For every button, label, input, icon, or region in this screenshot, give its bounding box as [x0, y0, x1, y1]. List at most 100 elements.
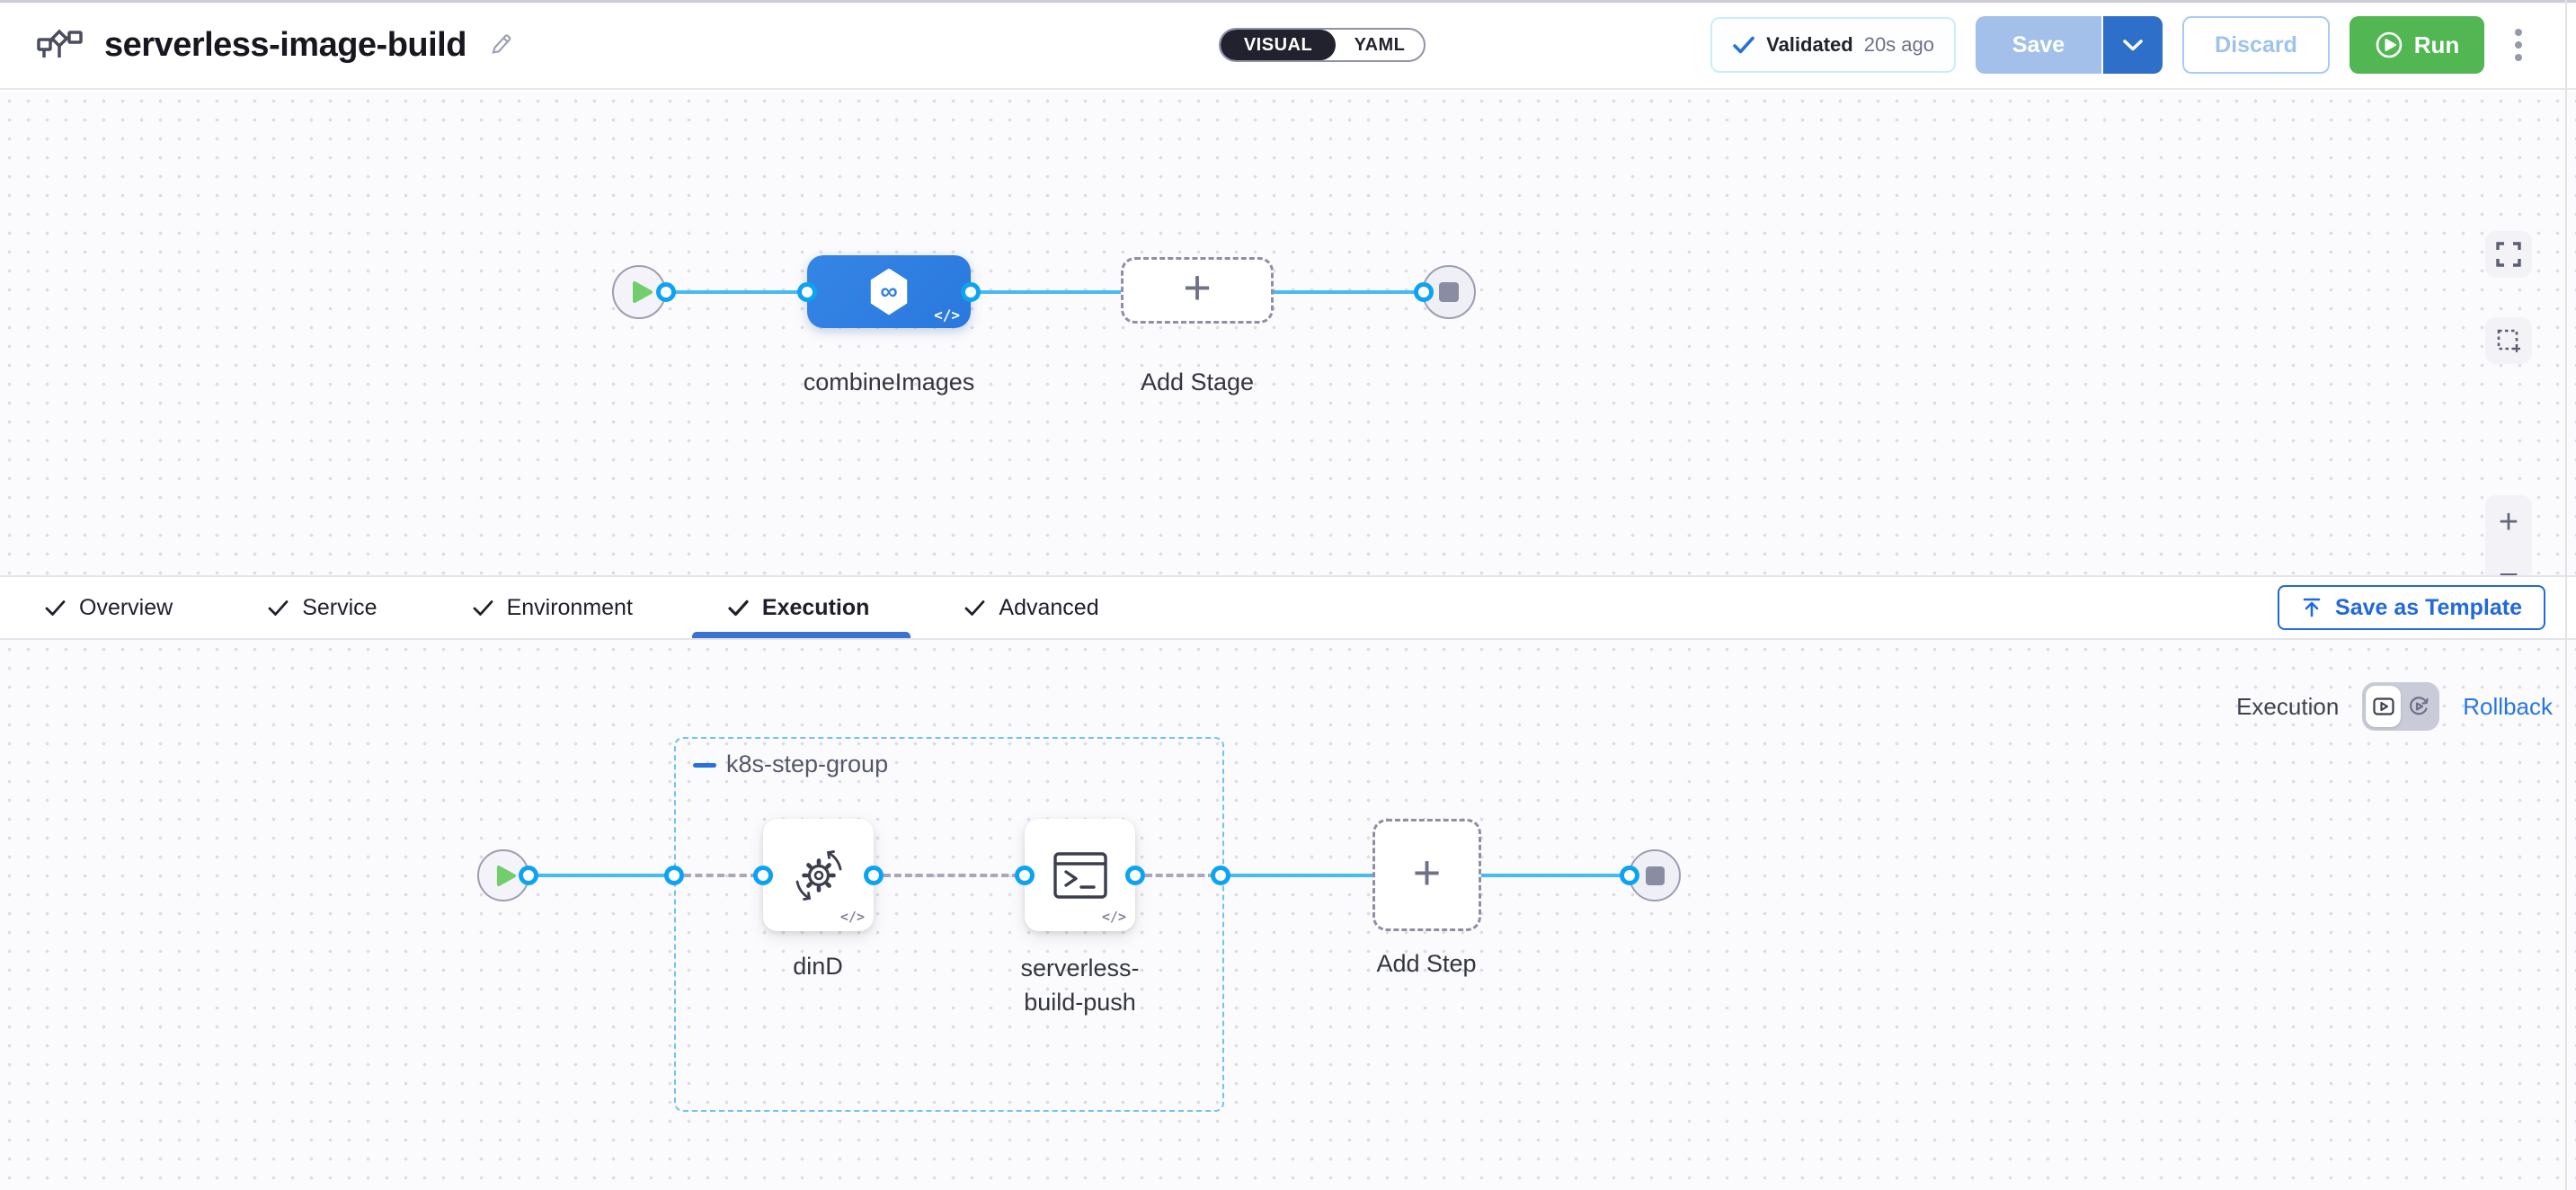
infinity-icon: ∞ [880, 280, 897, 304]
connector-ring[interactable] [656, 282, 676, 302]
docker-in-docker-gear-icon [788, 845, 849, 906]
connector-ring[interactable] [664, 866, 684, 885]
save-as-template-label: Save as Template [2335, 595, 2522, 621]
active-tab-underline [692, 632, 910, 638]
stop-icon [1646, 866, 1665, 885]
upload-icon [2301, 597, 2323, 618]
plus-icon: + [1183, 263, 1212, 312]
tab-label: Environment [507, 595, 633, 621]
stage-type-hexagon-icon: ∞ [868, 269, 910, 315]
plus-icon: + [1413, 848, 1442, 897]
save-as-template-button[interactable]: Save as Template [2278, 585, 2545, 630]
collapse-group-icon[interactable] [693, 763, 716, 768]
link-addstep-to-end [1481, 874, 1630, 877]
link-addstage-to-end [1274, 290, 1424, 294]
check-icon [728, 599, 749, 617]
connector-ring[interactable] [1211, 866, 1230, 885]
scrollbar-track[interactable] [2565, 0, 2567, 1190]
link-start-to-group [529, 874, 674, 877]
tab-execution[interactable]: Execution [728, 577, 869, 638]
window-top-border [0, 0, 2576, 3]
execution-rollback-toggle[interactable] [2362, 682, 2439, 731]
add-step-button[interactable]: + [1372, 819, 1481, 931]
stage-config-tab-bar: Overview Service Environment Execution A… [0, 575, 2576, 640]
validated-label: Validated [1766, 33, 1853, 57]
marquee-select-icon [2496, 328, 2521, 353]
stage-canvas[interactable]: ∞ </> combineImages + Add Stage [0, 92, 2576, 575]
check-icon [45, 599, 66, 617]
check-icon [268, 599, 289, 617]
step-name-label: serverless-build-push [1005, 951, 1155, 1019]
step-name-label: dinD [746, 949, 890, 983]
tab-label: Execution [762, 595, 869, 621]
connector-ring[interactable] [797, 282, 817, 302]
stage-node-combineimages[interactable]: ∞ </> [807, 255, 971, 328]
connector-ring[interactable] [961, 282, 981, 302]
run-button[interactable]: Run [2349, 16, 2484, 74]
save-button[interactable]: Save [1976, 16, 2101, 74]
check-icon [473, 599, 493, 617]
terminal-icon [1053, 851, 1108, 900]
connector-ring[interactable] [1620, 866, 1639, 885]
rollback-link[interactable]: Rollback [2463, 693, 2553, 721]
play-icon [632, 280, 653, 304]
add-stage-label: Add Stage [1107, 365, 1287, 399]
connector-ring[interactable] [864, 866, 884, 885]
tabs: Overview Service Environment Execution A… [45, 577, 1099, 638]
connector-ring[interactable] [1125, 866, 1145, 885]
link-dind-to-serverless [884, 874, 1019, 877]
discard-button[interactable]: Discard [2182, 16, 2330, 74]
tab-label: Advanced [999, 595, 1098, 621]
yaml-toggle-button[interactable]: YAML [1336, 30, 1424, 60]
visual-yaml-toggle: VISUAL YAML [1219, 28, 1426, 62]
execution-play-box-icon [2373, 697, 2394, 715]
tab-environment[interactable]: Environment [473, 577, 633, 638]
step-group-name: k8s-step-group [726, 750, 888, 778]
execution-mode-row: Execution Rollback [2236, 679, 2553, 733]
execution-mode-label: Execution [2236, 693, 2339, 721]
connector-ring[interactable] [1414, 282, 1434, 302]
code-icon: </> [1102, 909, 1126, 925]
step-node-serverless-build-push[interactable]: </> [1025, 819, 1135, 931]
header-left: serverless-image-build [36, 0, 513, 90]
zoom-in-button[interactable]: + [2485, 495, 2532, 548]
execution-mode-option[interactable] [2366, 686, 2401, 727]
step-group-container[interactable] [674, 737, 1224, 1112]
play-icon [496, 865, 517, 887]
connector-ring[interactable] [753, 866, 773, 885]
link-group-to-dind [684, 874, 758, 877]
step-node-dind[interactable]: </> [763, 819, 874, 931]
pipeline-studio: serverless-image-build VISUAL YAML Valid… [0, 0, 2576, 1190]
save-template-wrap: Save as Template [2278, 577, 2545, 638]
tab-service[interactable]: Service [268, 577, 377, 638]
edit-title-icon[interactable] [488, 32, 513, 58]
save-split-button: Save [1976, 16, 2163, 74]
save-options-button[interactable] [2101, 16, 2163, 74]
validation-status-badge[interactable]: Validated 20s ago [1710, 17, 1956, 73]
link-start-to-stage [666, 290, 807, 294]
tab-label: Service [302, 595, 377, 621]
pipeline-header: serverless-image-build VISUAL YAML Valid… [0, 0, 2576, 90]
select-area-button[interactable] [2485, 317, 2532, 364]
chevron-down-icon [2123, 40, 2143, 51]
execution-canvas[interactable]: Execution Rollback [0, 640, 2576, 1190]
pipeline-graph-icon [36, 25, 83, 65]
connector-ring[interactable] [519, 866, 538, 885]
validated-check-icon [1732, 35, 1755, 55]
stop-icon [1439, 282, 1459, 302]
fit-to-screen-button[interactable] [2485, 231, 2532, 278]
visual-toggle-button[interactable]: VISUAL [1221, 30, 1336, 60]
header-actions: Validated 20s ago Save Discard [1710, 0, 2527, 90]
link-group-to-addstep [1221, 874, 1372, 877]
run-play-icon [2375, 31, 2403, 59]
fullscreen-icon [2496, 242, 2521, 267]
add-step-label: Add Step [1355, 946, 1498, 981]
add-stage-button[interactable]: + [1121, 257, 1274, 324]
more-options-menu-icon[interactable] [2509, 23, 2527, 67]
rollback-mode-option[interactable] [2401, 686, 2436, 727]
connector-ring[interactable] [1015, 866, 1035, 885]
link-serverless-to-groupend [1145, 874, 1215, 877]
tab-overview[interactable]: Overview [45, 577, 173, 638]
tab-advanced[interactable]: Advanced [964, 577, 1098, 638]
validated-time: 20s ago [1864, 33, 1934, 57]
